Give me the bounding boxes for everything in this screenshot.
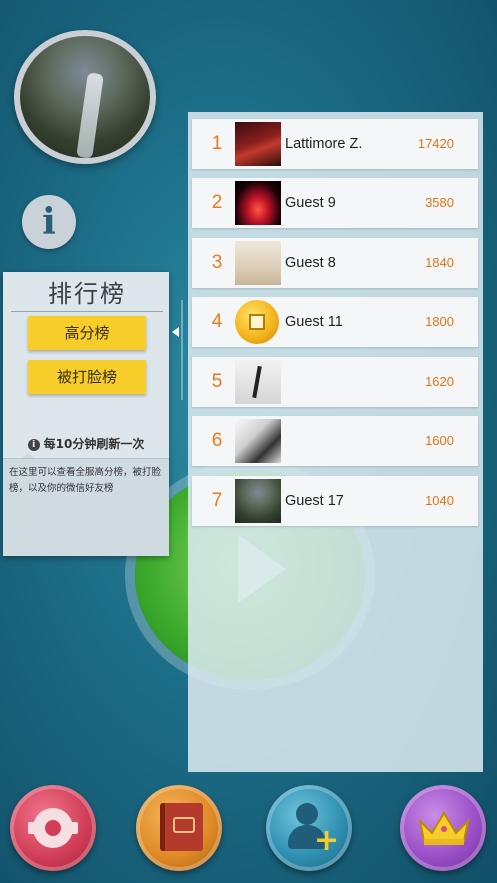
info-small-icon: i (27, 439, 40, 451)
player-score: 17420 (417, 136, 454, 151)
waterfall-avatar (235, 479, 281, 523)
candle-avatar (235, 181, 281, 225)
profile-avatar[interactable] (14, 30, 156, 164)
face-slapped-button[interactable]: 被打脸榜 (28, 360, 146, 394)
rank-number: 5 (211, 371, 223, 392)
leaderboard-button[interactable] (400, 785, 486, 871)
crown-icon (418, 811, 470, 845)
plus-icon: + (314, 823, 340, 858)
refresh-note: i 每10分钟刷新一次 (3, 435, 169, 452)
player-score: 3580 (425, 195, 454, 210)
player-score: 1840 (425, 255, 454, 270)
coin-avatar (235, 300, 281, 344)
photo-avatar (235, 419, 281, 463)
guide-button[interactable] (136, 785, 222, 871)
refresh-note-text: 每10分钟刷新一次 (43, 437, 145, 451)
gear-icon (28, 808, 78, 848)
collapse-arrow-icon[interactable] (172, 327, 179, 337)
rank-number: 1 (211, 133, 223, 154)
high-score-button[interactable]: 高分榜 (28, 316, 146, 350)
portrait-avatar (235, 241, 281, 285)
figure-icon (252, 365, 262, 399)
leaderboard-panel: 1 Lattimore Z. 17420 2 Guest 9 3580 3 Gu… (188, 112, 483, 772)
leaderboard-row[interactable]: 1 Lattimore Z. 17420 (192, 119, 478, 169)
leaderboard-row[interactable]: 3 Guest 8 1840 (192, 238, 478, 288)
rank-number: 7 (211, 490, 223, 511)
player-name: Guest 17 (285, 493, 344, 509)
coin-icon (235, 300, 279, 344)
player-score: 1620 (425, 374, 454, 389)
player-name: Guest 8 (285, 255, 336, 271)
rank-number: 3 (211, 252, 223, 273)
leaderboard-title: 排行榜 (11, 274, 163, 312)
silhouette-avatar (235, 360, 281, 404)
leaderboard-row[interactable]: 7 Guest 17 1040 (192, 476, 478, 526)
player-score: 1600 (425, 433, 454, 448)
rank-number: 4 (211, 311, 223, 332)
player-score: 1040 (425, 493, 454, 508)
leaderboard-row[interactable]: 4 Guest 11 1800 (192, 297, 478, 347)
divider (181, 300, 183, 400)
add-friend-button[interactable]: + (266, 785, 352, 871)
leaderboard-menu: 排行榜 高分榜 被打脸榜 i 每10分钟刷新一次 在这里可以查看全服高分榜，被打脸… (3, 272, 169, 556)
swords-avatar (235, 122, 281, 166)
leaderboard-row[interactable]: 6 1600 (192, 416, 478, 466)
leaderboard-description: 在这里可以查看全服高分榜，被打脸榜，以及你的微信好友榜 (3, 458, 169, 556)
add-friend-icon (296, 803, 318, 825)
info-icon[interactable]: i (22, 195, 76, 249)
rank-number: 2 (211, 192, 223, 213)
waterfall-photo (20, 36, 150, 158)
player-score: 1800 (425, 314, 454, 329)
settings-button[interactable] (10, 785, 96, 871)
leaderboard-row[interactable]: 5 1620 (192, 357, 478, 407)
player-name: Guest 9 (285, 195, 336, 211)
book-icon (160, 803, 203, 851)
player-name: Lattimore Z. (285, 136, 363, 152)
player-name: Guest 11 (285, 314, 343, 330)
leaderboard-row[interactable]: 2 Guest 9 3580 (192, 178, 478, 228)
rank-number: 6 (211, 430, 223, 451)
